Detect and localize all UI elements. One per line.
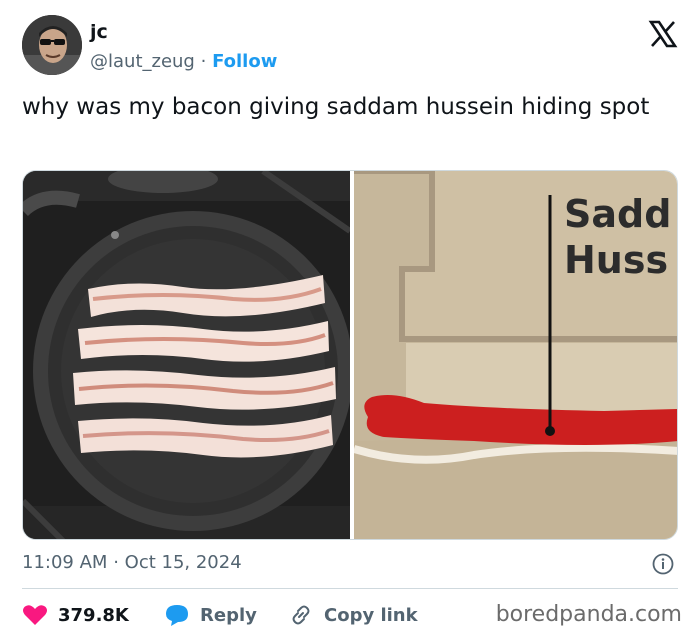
tweet-media[interactable]: Sadd Huss — [22, 170, 678, 540]
tweet-time: 11:09 AM — [22, 552, 108, 573]
handle-separator: · — [200, 51, 207, 72]
like-button[interactable]: 379.8K — [22, 600, 129, 630]
copy-link-button[interactable]: Copy link — [288, 600, 418, 630]
tweet-header: jc @laut_zeug · Follow — [22, 15, 682, 79]
avatar[interactable] — [22, 15, 82, 75]
diagram-label-line1: Sadd — [564, 192, 671, 236]
link-icon — [292, 605, 310, 625]
copy-link-label: Copy link — [324, 604, 418, 626]
info-icon[interactable] — [652, 553, 674, 575]
divider — [22, 588, 678, 589]
follow-button[interactable]: Follow — [212, 51, 277, 72]
bacon-pan-image[interactable] — [23, 171, 353, 539]
tweet-actions: 379.8K Reply Copy link boredpanda.com — [22, 600, 682, 630]
display-name[interactable]: jc — [90, 21, 108, 43]
tweet-timestamp[interactable]: 11:09 AM · Oct 15, 2024 — [22, 552, 242, 573]
heart-icon — [23, 605, 47, 625]
watermark: boredpanda.com — [495, 602, 682, 627]
tweet-text: why was my bacon giving saddam hussein h… — [22, 94, 650, 120]
user-handle[interactable]: @laut_zeug — [90, 51, 195, 72]
tweet-date: Oct 15, 2024 — [124, 552, 242, 573]
avatar-image — [22, 15, 82, 75]
x-logo-icon[interactable] — [648, 19, 678, 49]
reply-label: Reply — [200, 604, 257, 626]
handle-line: @laut_zeug · Follow — [90, 51, 277, 72]
reply-bubble-icon — [166, 605, 188, 626]
reply-button[interactable]: Reply — [164, 600, 257, 630]
timestamp-separator: · — [113, 552, 119, 573]
saddam-hiding-spot-image[interactable]: Sadd Huss — [352, 171, 677, 539]
diagram-label-line2: Huss — [564, 238, 668, 282]
like-count: 379.8K — [58, 604, 129, 626]
